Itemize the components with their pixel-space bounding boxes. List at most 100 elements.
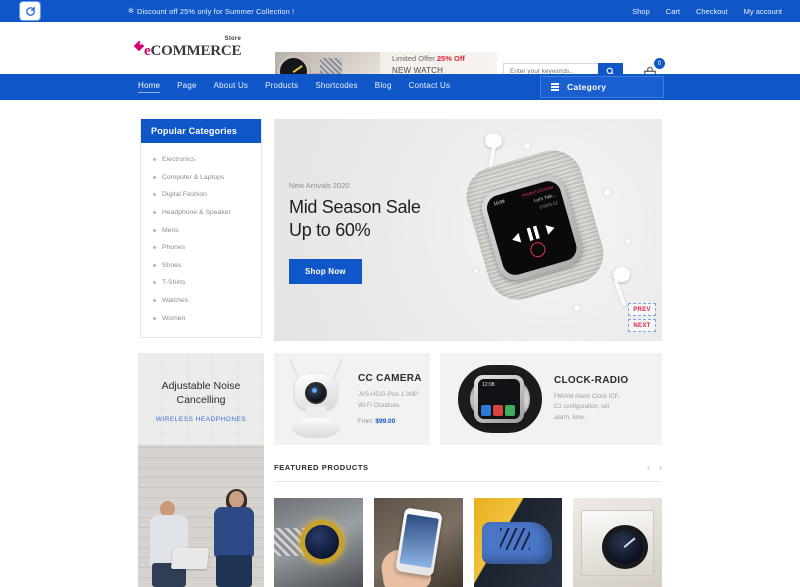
- category-item-mens[interactable]: Mens: [141, 221, 261, 239]
- bullet-icon: [153, 211, 156, 215]
- cc-camera-desc-line-1: JVS-H510-Plus 1.3MP: [358, 392, 419, 398]
- category-item-women[interactable]: Women: [141, 309, 261, 327]
- category-label: Shoes: [162, 261, 182, 269]
- banner-offer-line: Limited Offer 25% Off: [392, 53, 497, 64]
- next-track-icon: [545, 222, 556, 235]
- bullet-icon: [153, 299, 156, 303]
- hero-title-line-2: Up to 60%: [289, 219, 371, 240]
- top-bar-links: Shop Cart Checkout My account: [632, 7, 782, 16]
- watch-track-progress: 0:00/3:12: [538, 199, 559, 210]
- category-label: Mens: [162, 226, 179, 234]
- cc-camera-price: From: $99.00: [358, 418, 422, 425]
- water-splash: [626, 239, 631, 244]
- water-splash: [524, 143, 530, 149]
- airpod-right: [613, 267, 630, 282]
- category-item-phones[interactable]: Phones: [141, 239, 261, 257]
- slider-next-button[interactable]: NEXT: [628, 319, 656, 332]
- promo-heading-line-2: Cancelling: [176, 394, 226, 407]
- promo-text: Discount off 25% only for Summer Collect…: [136, 6, 295, 16]
- hero-title-line-1: Mid Season Sale: [289, 197, 421, 217]
- smartphone: [394, 507, 443, 577]
- hero-slider[interactable]: 10:09 PHANTOGRAM Let's Talk... 0:00/3:12…: [274, 119, 662, 341]
- antenna-right-icon: [333, 358, 343, 378]
- person-woman: [212, 489, 256, 587]
- main-nav: Home Page About Us Products Shortcodes B…: [0, 74, 800, 100]
- category-label: Electronics: [162, 156, 196, 164]
- link-shop[interactable]: Shop: [632, 7, 650, 16]
- previous-track-icon: [510, 232, 522, 245]
- headphones-promo-copy: Adjustable Noise Cancelling WIRELESS HEA…: [138, 353, 264, 445]
- shoe-laces: [499, 528, 530, 550]
- product-box: [581, 510, 655, 576]
- clock-radio-details: CLOCK-RADIO FM/AM Alarm Clock ICF- C1 co…: [548, 375, 628, 424]
- category-item-shoes[interactable]: Shoes: [141, 257, 261, 275]
- category-item-watches[interactable]: Watches: [141, 292, 261, 310]
- pause-icon: [526, 225, 540, 241]
- watch-screen: 10:09 PHANTOGRAM Let's Talk... 0:00/3:12: [483, 178, 580, 278]
- featured-product-smartphone-in-hand[interactable]: [373, 498, 463, 587]
- tag-icon: [133, 40, 145, 51]
- category-item-computer-laptops[interactable]: Computer & Laptops: [141, 169, 261, 187]
- water-splash: [574, 305, 580, 311]
- bullet-icon: [153, 246, 156, 250]
- banner-offer-strong: 25% Off: [436, 54, 465, 64]
- nav-item-home[interactable]: Home: [138, 81, 161, 93]
- site-header: Store eCOMMERCE Limited Offer 25% Off NE…: [0, 22, 800, 90]
- clock-radio-description: FM/AM Alarm Clock ICF- C1 configuration,…: [554, 392, 628, 424]
- popular-categories-title: Popular Categories: [141, 119, 261, 143]
- nav-item-products[interactable]: Products: [265, 81, 298, 93]
- featured-product-blue-suede-shoe[interactable]: [473, 498, 563, 587]
- laptop-prop: [170, 548, 210, 569]
- category-item-headphone-speaker[interactable]: Headphone & Speaker: [141, 204, 261, 222]
- category-item-digital-fashion[interactable]: Digital Fashion: [141, 186, 261, 204]
- water-splash: [474, 269, 478, 273]
- smart-watch-illustration: 12:08: [452, 359, 548, 439]
- price-value: $99.00: [375, 418, 396, 425]
- slider-navigation: PREV NEXT: [628, 303, 656, 335]
- carousel-prev-icon[interactable]: ‹: [647, 462, 650, 472]
- promo-heading: Adjustable Noise Cancelling: [138, 379, 264, 407]
- record-icon: [528, 240, 548, 259]
- hamburger-icon: [551, 83, 559, 91]
- bullet-icon: [153, 175, 156, 179]
- bullet-icon: [153, 228, 156, 232]
- top-bar: ✼ Discount off 25% only for Summer Colle…: [0, 0, 800, 22]
- headphones-promo-card[interactable]: Adjustable Noise Cancelling WIRELESS HEA…: [138, 353, 264, 587]
- watch-time: 10:09: [492, 198, 506, 207]
- category-label: Computer & Laptops: [162, 173, 225, 181]
- shop-now-button[interactable]: Shop Now: [289, 259, 362, 284]
- bullet-icon: [153, 193, 156, 197]
- hero-eyebrow: New Arrivals 2020: [289, 181, 350, 190]
- refresh-icon[interactable]: [20, 2, 40, 20]
- slider-prev-button[interactable]: PREV: [628, 303, 656, 316]
- featured-product-boxed-smart-watch[interactable]: [573, 498, 662, 587]
- site-logo[interactable]: Store eCOMMERCE: [130, 35, 245, 60]
- clock-radio-desc-line-3: alarm, time.: [554, 414, 586, 421]
- featured-product-gold-dive-watch[interactable]: [274, 498, 363, 587]
- cc-camera-description: JVS-H510-Plus 1.3MP Wi-Fi Cloudsee.: [358, 390, 422, 411]
- product-card-cc-camera[interactable]: CC CAMERA JVS-H510-Plus 1.3MP Wi-Fi Clou…: [274, 353, 430, 445]
- cc-camera-details: CC CAMERA JVS-H510-Plus 1.3MP Wi-Fi Clou…: [352, 373, 422, 425]
- link-checkout[interactable]: Checkout: [696, 7, 728, 16]
- nav-item-contact-us[interactable]: Contact Us: [409, 81, 451, 93]
- clock-radio-title: CLOCK-RADIO: [554, 374, 629, 386]
- product-card-clock-radio[interactable]: 12:08 CLOCK-RADIO FM/AM Alarm Clock ICF-…: [440, 353, 662, 445]
- carousel-next-icon[interactable]: ›: [659, 462, 662, 472]
- logo-store-text: Store: [224, 35, 241, 42]
- nav-item-shortcodes[interactable]: Shortcodes: [315, 81, 357, 93]
- nav-item-blog[interactable]: Blog: [375, 81, 392, 93]
- camera-lens: [305, 382, 327, 404]
- logo-wordmark: eCOMMERCE: [130, 43, 245, 60]
- link-my-account[interactable]: My account: [744, 7, 782, 16]
- category-item-electronics[interactable]: Electronics: [141, 151, 261, 169]
- category-item-t-shirts[interactable]: T-Shirts: [141, 274, 261, 292]
- category-label: Watches: [162, 297, 189, 305]
- nav-item-about-us[interactable]: About Us: [214, 81, 249, 93]
- cc-camera-desc-line-2: Wi-Fi Cloudsee.: [358, 402, 401, 409]
- popular-categories-panel: Popular Categories Electronics Computer …: [140, 119, 262, 338]
- category-button[interactable]: Category: [540, 76, 664, 98]
- star-icon: ✼: [128, 8, 134, 15]
- security-camera-illustration: [280, 356, 352, 442]
- link-cart[interactable]: Cart: [666, 7, 680, 16]
- nav-item-page[interactable]: Page: [177, 81, 196, 93]
